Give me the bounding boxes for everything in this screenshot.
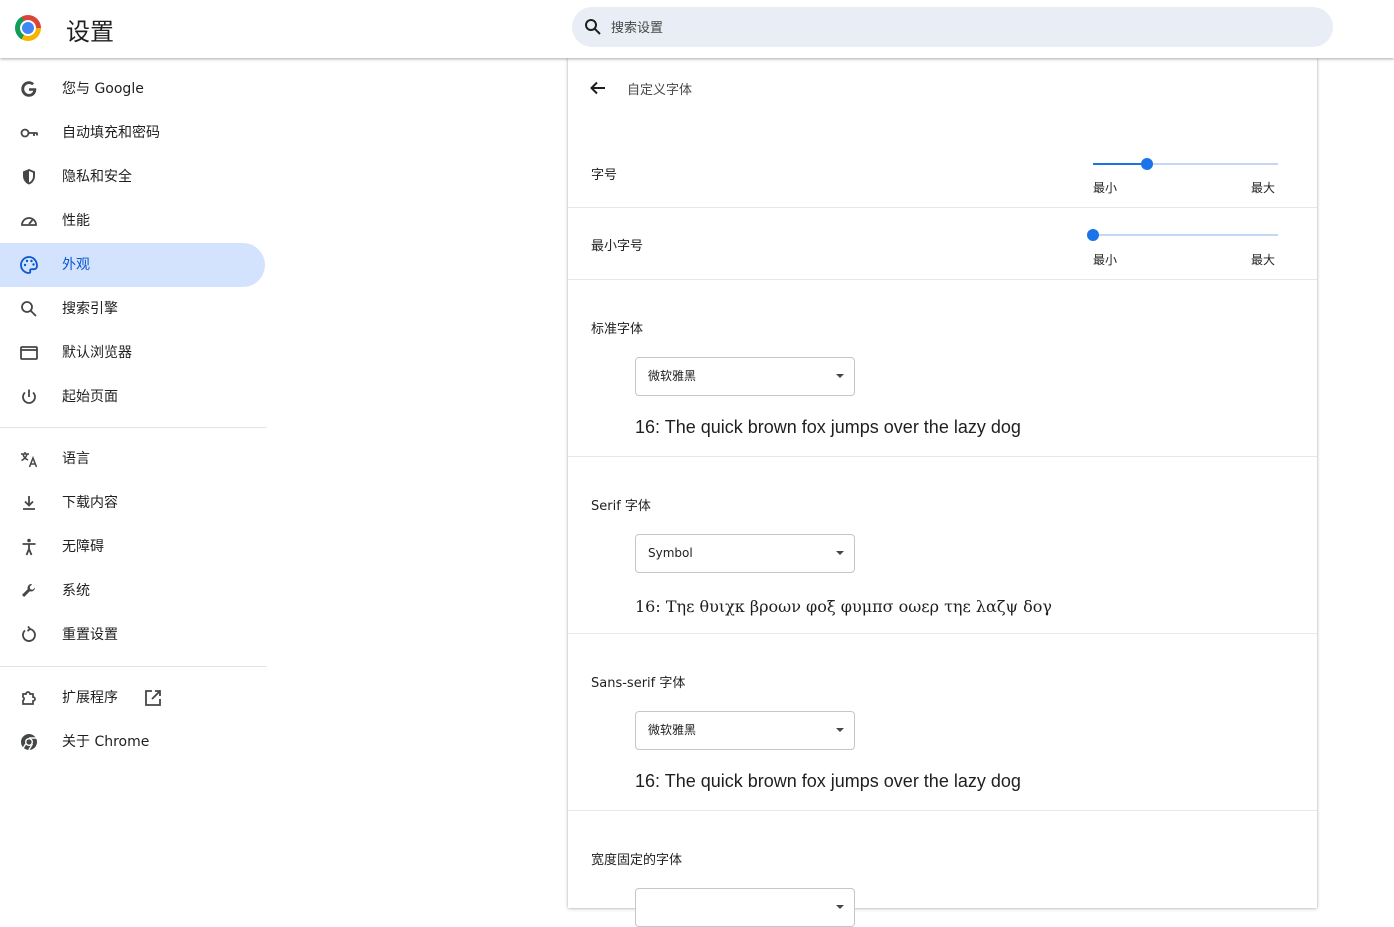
accessibility-icon (22, 538, 36, 556)
row-divider (568, 279, 1317, 280)
fonts-settings-card: 自定义字体 字号 最小 最大 最小字号 最小 最大 标准字体 微软雅黑 16: … (568, 58, 1317, 927)
slider-track (1093, 234, 1278, 236)
sidebar-item-appearance[interactable]: 外观 (0, 243, 265, 287)
reset-icon (22, 625, 36, 642)
sidebar: 您与 Google 自动填充和密码 隐私和安全 性能 外观 搜索引擎 默认浏览器… (0, 58, 267, 902)
slider-max-label: 最大 (1251, 253, 1276, 267)
sans-serif-font-select[interactable]: 微软雅黑 (635, 711, 855, 750)
dropdown-caret-icon (836, 728, 844, 732)
browser-window-icon (20, 346, 38, 360)
standard-font-select[interactable]: 微软雅黑 (635, 357, 855, 396)
select-value: Symbol (648, 546, 693, 560)
sidebar-item-label: 隐私和安全 (62, 169, 132, 185)
sans-serif-font-label: Sans-serif 字体 (591, 676, 686, 691)
palette-icon (20, 256, 38, 274)
sidebar-item-label: 语言 (62, 451, 90, 467)
sidebar-item-label: 自动填充和密码 (62, 125, 160, 141)
top-bar: 设置 (0, 0, 1394, 58)
sans-serif-font-sample: 16: The quick brown fox jumps over the l… (635, 771, 1021, 791)
font-size-slider[interactable] (1093, 158, 1278, 170)
search-box[interactable] (572, 7, 1333, 49)
sidebar-item-label: 系统 (62, 583, 90, 599)
sidebar-item-label: 外观 (62, 257, 90, 273)
shield-icon (23, 169, 35, 185)
sidebar-item-label: 性能 (62, 213, 90, 229)
standard-font-sample: 16: The quick brown fox jumps over the l… (635, 417, 1021, 437)
wrench-icon (22, 584, 35, 597)
power-icon (22, 389, 36, 404)
row-divider (568, 633, 1317, 634)
translate-icon (21, 452, 38, 468)
sidebar-item-label: 重置设置 (62, 627, 118, 643)
sidebar-item-privacy[interactable]: 隐私和安全 (0, 155, 265, 199)
sidebar-item-autofill[interactable]: 自动填充和密码 (0, 111, 265, 155)
sidebar-item-label: 关于 Chrome (62, 734, 150, 750)
app-title: 设置 (66, 18, 114, 46)
sidebar-item-downloads[interactable]: 下载内容 (0, 481, 265, 525)
slider-min-label: 最小 (1093, 181, 1118, 195)
chrome-icon (21, 734, 37, 751)
speedometer-icon (21, 217, 37, 226)
slider-max-label: 最大 (1251, 181, 1276, 195)
dropdown-caret-icon (836, 905, 844, 909)
row-divider (568, 456, 1317, 457)
sidebar-item-extensions[interactable]: 扩展程序 (0, 676, 265, 720)
sidebar-item-default-browser[interactable]: 默认浏览器 (0, 331, 265, 375)
sidebar-item-label: 起始页面 (62, 389, 118, 405)
sidebar-item-languages[interactable]: 语言 (0, 437, 265, 481)
min-font-size-slider[interactable] (1087, 229, 1278, 241)
back-arrow-icon[interactable] (588, 78, 608, 98)
puzzle-icon (22, 691, 36, 705)
select-value: 微软雅黑 (648, 723, 697, 737)
sidebar-item-label: 默认浏览器 (62, 345, 132, 361)
fixed-width-font-label: 宽度固定的字体 (591, 853, 683, 868)
sidebar-item-about-chrome[interactable]: 关于 Chrome (0, 720, 265, 764)
search-icon (585, 19, 601, 35)
sidebar-item-label: 下载内容 (62, 495, 118, 511)
key-icon (20, 128, 38, 138)
font-size-label: 字号 (591, 168, 618, 183)
dropdown-caret-icon (836, 551, 844, 555)
sidebar-item-label: 搜索引擎 (62, 301, 118, 317)
min-font-size-label: 最小字号 (591, 239, 644, 254)
search-input[interactable] (609, 7, 1313, 49)
serif-font-sample: 16: Τηε θυιχκ βροων φοξ φυμπσ οωερ τηε λ… (635, 597, 1052, 616)
sidebar-item-on-startup[interactable]: 起始页面 (0, 375, 265, 419)
serif-font-select[interactable]: Symbol (635, 534, 855, 573)
external-link-icon (145, 690, 161, 706)
chrome-logo-icon (15, 15, 41, 41)
slider-thumb[interactable] (1087, 229, 1099, 241)
sidebar-item-performance[interactable]: 性能 (0, 199, 265, 243)
download-icon (23, 496, 35, 510)
sidebar-item-you-and-google[interactable]: 您与 Google (0, 67, 265, 111)
slider-fill (1093, 163, 1147, 165)
sidebar-item-reset-settings[interactable]: 重置设置 (0, 613, 265, 657)
sidebar-divider (0, 666, 267, 667)
row-divider (568, 207, 1317, 208)
google-icon (21, 81, 37, 97)
select-value: 微软雅黑 (648, 369, 697, 383)
standard-font-label: 标准字体 (591, 322, 644, 337)
serif-font-label: Serif 字体 (591, 499, 651, 514)
sidebar-item-system[interactable]: 系统 (0, 569, 265, 613)
dropdown-caret-icon (836, 374, 844, 378)
page-title: 自定义字体 (627, 83, 693, 98)
sidebar-item-label: 无障碍 (62, 539, 104, 555)
sidebar-item-search-engine[interactable]: 搜索引擎 (0, 287, 265, 331)
sidebar-item-label: 您与 Google (62, 81, 144, 97)
sidebar-item-accessibility[interactable]: 无障碍 (0, 525, 265, 569)
search-icon (21, 301, 37, 317)
slider-thumb[interactable] (1141, 158, 1153, 170)
sidebar-divider (0, 427, 267, 428)
sidebar-item-label: 扩展程序 (62, 690, 118, 706)
row-divider (568, 810, 1317, 811)
fixed-width-font-select[interactable] (635, 888, 855, 927)
slider-min-label: 最小 (1093, 253, 1118, 267)
